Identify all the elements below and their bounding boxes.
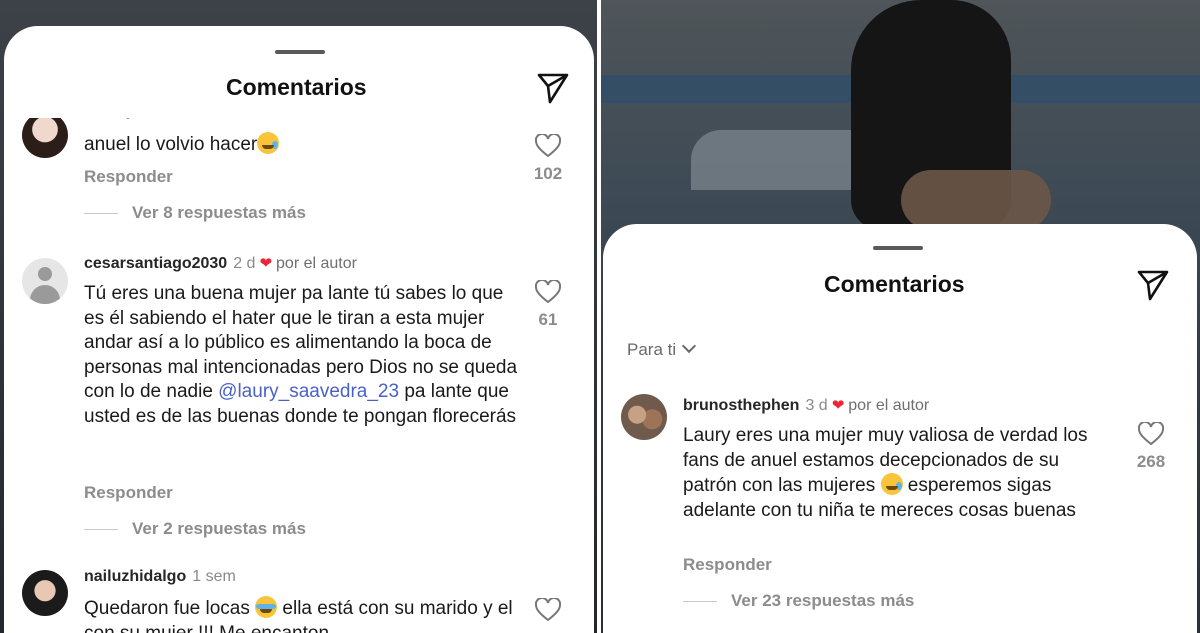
laughing-emoji <box>255 596 278 618</box>
like-column <box>528 598 568 622</box>
avatar[interactable] <box>22 258 68 304</box>
drag-handle[interactable] <box>275 50 325 54</box>
sheet-title: Comentarios <box>226 74 367 100</box>
comment-text: Tú eres una buena mujer pa lante tú sabe… <box>84 282 524 429</box>
sort-filter-label: Para ti <box>627 340 677 359</box>
avatar-body <box>30 285 60 304</box>
liked-by-author: por el autor <box>848 397 930 414</box>
heart-outline-icon[interactable] <box>1138 422 1164 446</box>
comment-item: brunosthephen 3 d ❤ por el autor Laury eres… <box>603 394 1197 614</box>
heart-outline-icon[interactable] <box>535 598 561 622</box>
replies-divider <box>84 213 118 215</box>
like-column: 61 <box>528 280 568 330</box>
comment-age: 1 d <box>150 118 172 119</box>
right-screenshot: Comentarios Para ti brunosthephen 3 d ❤ por… <box>601 0 1200 633</box>
view-more-replies[interactable]: Ver 2 respuestas más <box>84 519 306 539</box>
reply-button[interactable]: Responder <box>683 555 772 575</box>
comment-meta: cesarsantiago2030 2 d ❤ por el autor <box>84 254 357 273</box>
sort-filter-dropdown[interactable]: Para ti <box>627 338 697 360</box>
comment-age: 1 sem <box>192 568 236 585</box>
comment-username[interactable]: brunosthephen <box>683 397 799 414</box>
chevron-down-icon <box>682 338 697 354</box>
comment-meta: brunosthephen 3 d ❤ por el autor <box>683 396 929 415</box>
comment-username[interactable]: alannyc <box>84 118 144 119</box>
comments-sheet: Comentarios Para ti brunosthephen 3 d ❤ por… <box>603 224 1197 633</box>
heart-filled-icon: ❤ <box>259 255 273 272</box>
comments-sheet: Comentarios alannyc 1 d anuel lo volvio h… <box>4 26 594 633</box>
mention-link[interactable]: @laury_saavedra_23 <box>218 381 399 402</box>
comment-meta: alannyc 1 d <box>84 118 172 120</box>
comment-text: Quedaron fue locas ella está con su mari… <box>84 596 524 633</box>
comment-item: alannyc 1 d anuel lo volvio hacer Respond… <box>4 118 594 234</box>
crying-emoji <box>880 473 903 495</box>
comments-list: alannyc 1 d anuel lo volvio hacer Respond… <box>4 118 594 633</box>
view-more-replies[interactable]: Ver 23 respuestas más <box>683 591 914 611</box>
comment-username[interactable]: nailuzhidalgo <box>84 568 186 585</box>
comment-text-content: anuel lo volvio hacer <box>84 134 258 155</box>
replies-divider <box>84 529 118 531</box>
heart-outline-icon[interactable] <box>535 134 561 158</box>
comment-username[interactable]: cesarsantiago2030 <box>84 255 227 272</box>
comment-text-content: Quedaron fue locas <box>84 598 256 619</box>
comment-item: nailuzhidalgo 1 sem Quedaron fue locas el… <box>4 568 594 633</box>
view-more-replies-label: Ver 23 respuestas más <box>731 591 915 610</box>
comment-item: cesarsantiago2030 2 d ❤ por el autor Tú ere… <box>4 252 594 552</box>
comment-age: 2 d <box>233 255 256 272</box>
comment-text: anuel lo volvio hacer <box>84 132 524 158</box>
send-icon[interactable] <box>1135 266 1171 302</box>
view-more-replies-label: Ver 2 respuestas más <box>132 519 306 538</box>
heart-filled-icon: ❤ <box>831 397 845 414</box>
like-count: 61 <box>538 310 558 329</box>
view-more-replies[interactable]: Ver 8 respuestas más <box>84 203 306 223</box>
like-count: 268 <box>1136 452 1166 471</box>
crying-emoji <box>257 132 280 154</box>
avatar-head <box>38 267 52 281</box>
replies-divider <box>683 601 717 603</box>
person-leg <box>901 170 1051 230</box>
reply-button[interactable]: Responder <box>84 483 173 503</box>
liked-by-author: por el autor <box>276 255 357 272</box>
view-more-replies-label: Ver 8 respuestas más <box>132 203 306 222</box>
drag-handle[interactable] <box>873 246 923 250</box>
avatar[interactable] <box>22 118 68 158</box>
heart-outline-icon[interactable] <box>535 280 561 304</box>
reply-button[interactable]: Responder <box>84 167 173 187</box>
like-column: 102 <box>528 134 568 184</box>
avatar[interactable] <box>22 570 68 616</box>
sheet-title: Comentarios <box>824 271 965 297</box>
avatar[interactable] <box>621 394 667 440</box>
comment-age: 3 d <box>805 397 828 414</box>
send-icon[interactable] <box>535 69 571 105</box>
like-count: 102 <box>533 164 563 183</box>
comment-text: Laury eres una mujer muy valiosa de verd… <box>683 424 1113 523</box>
left-screenshot: Comentarios alannyc 1 d anuel lo volvio h… <box>0 0 597 633</box>
comment-meta: nailuzhidalgo 1 sem <box>84 568 236 586</box>
like-column: 268 <box>1131 422 1171 472</box>
